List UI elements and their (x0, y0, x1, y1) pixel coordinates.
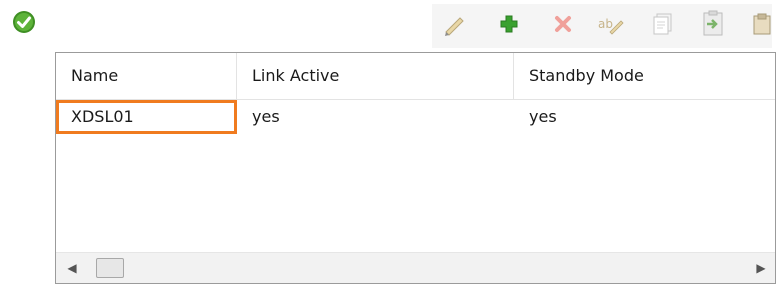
copy-button[interactable] (647, 10, 679, 42)
plus-icon (498, 13, 520, 39)
column-header-name[interactable]: Name (56, 53, 236, 99)
svg-text:ab: ab (598, 17, 613, 31)
close-icon (552, 13, 574, 39)
table-row[interactable]: XDSL01 yes yes (56, 100, 775, 134)
rename-icon: ab (596, 10, 626, 42)
scroll-thumb[interactable] (96, 258, 124, 278)
toolbar: ab (432, 4, 776, 48)
horizontal-scrollbar[interactable]: ◀ ▶ (56, 252, 775, 283)
edit-button[interactable] (438, 10, 470, 42)
column-header-standby-mode[interactable]: Standby Mode (514, 53, 775, 99)
column-header-link-active[interactable]: Link Active (237, 53, 513, 99)
status-check-icon (12, 10, 36, 34)
cell-link-active[interactable]: yes (237, 100, 513, 134)
scroll-left-icon[interactable]: ◀ (58, 253, 86, 283)
paste-icon (700, 10, 726, 42)
clipboard-button[interactable] (752, 10, 776, 42)
paste-button[interactable] (697, 10, 729, 42)
pencil-icon (440, 10, 468, 42)
delete-button[interactable] (547, 10, 579, 42)
cell-name[interactable]: XDSL01 (56, 100, 237, 134)
cell-standby-mode[interactable]: yes (514, 100, 775, 134)
clipboard-icon (752, 12, 772, 40)
rename-button[interactable]: ab (595, 10, 627, 42)
data-grid: Name Link Active Standby Mode XDSL01 yes… (55, 52, 776, 284)
scroll-right-icon[interactable]: ▶ (747, 253, 775, 283)
table-header: Name Link Active Standby Mode (56, 53, 775, 100)
add-button[interactable] (493, 10, 525, 42)
copy-icon (651, 11, 675, 41)
